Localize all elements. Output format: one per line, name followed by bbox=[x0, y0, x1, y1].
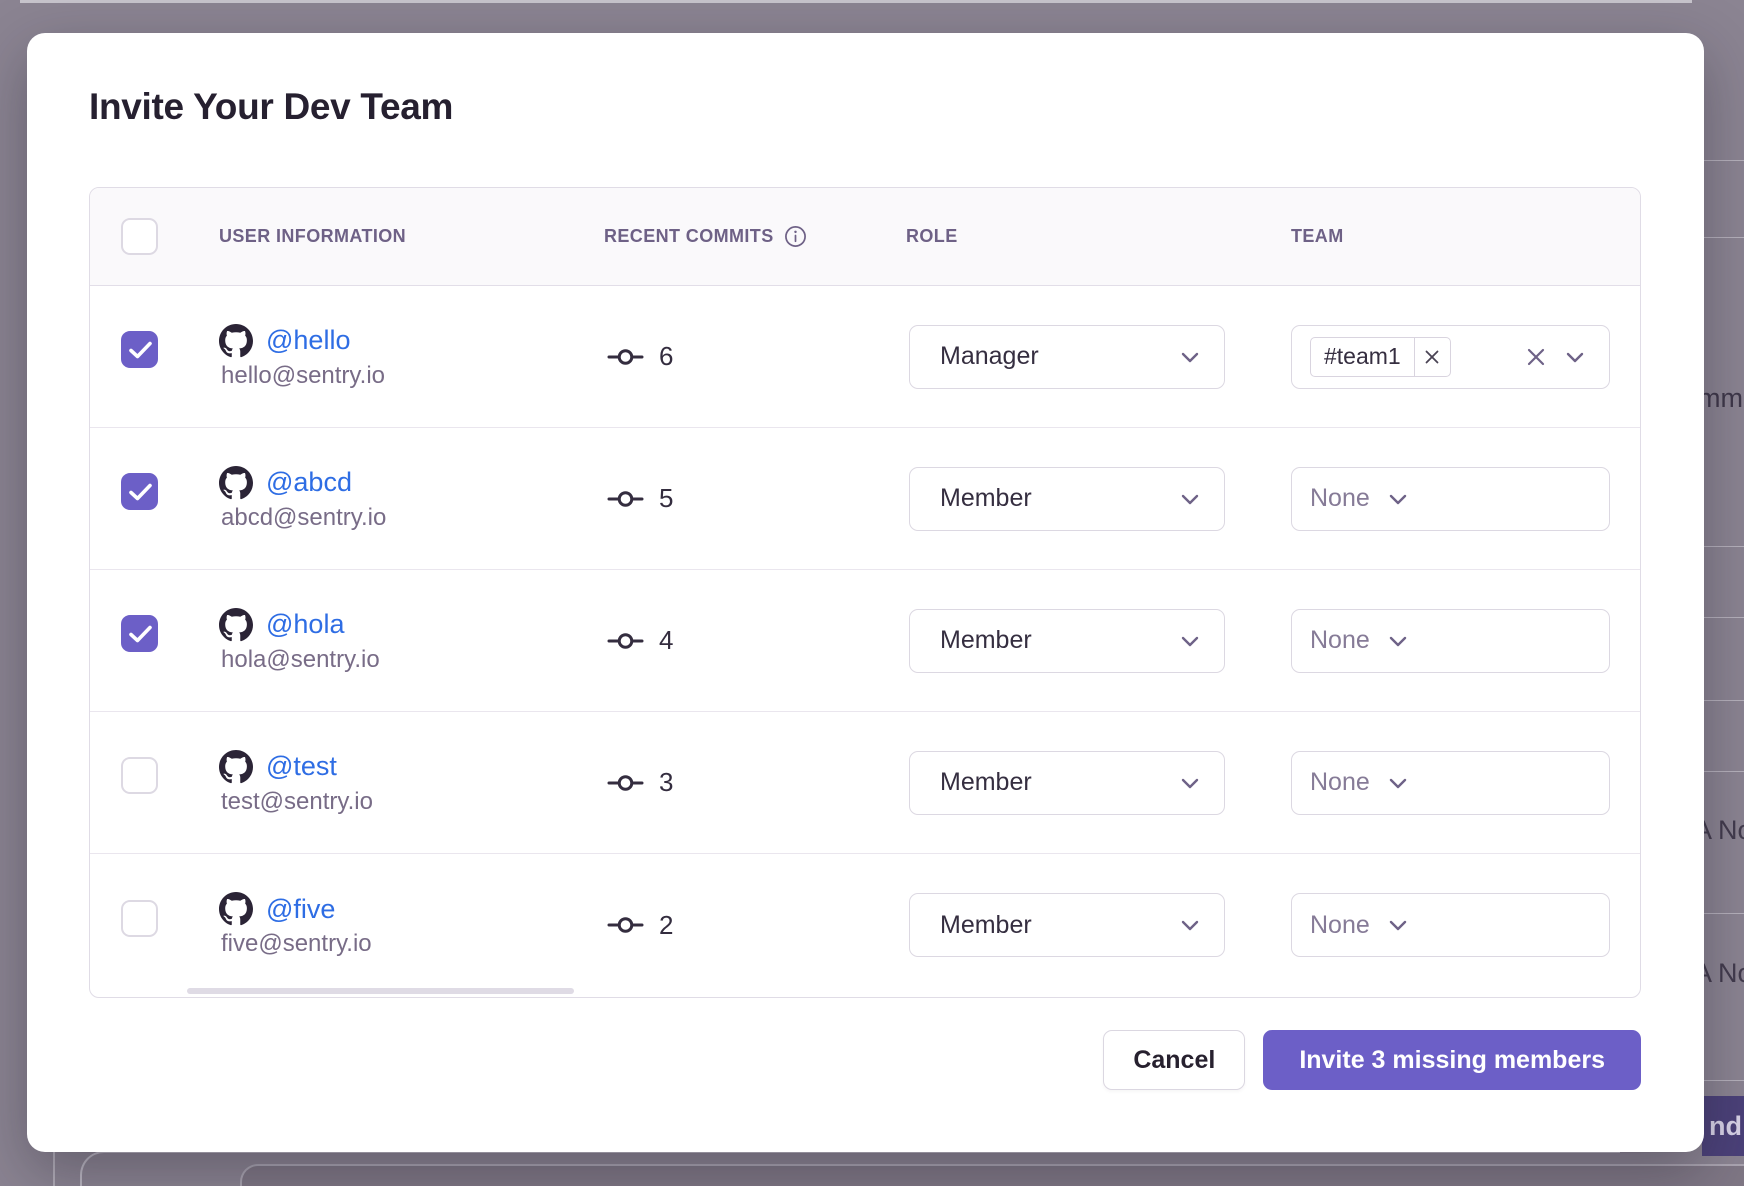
github-icon bbox=[219, 892, 253, 926]
github-icon bbox=[219, 608, 253, 642]
user-email: test@sentry.io bbox=[221, 788, 604, 816]
background-row-divider bbox=[1704, 913, 1744, 914]
chevron-down-icon bbox=[1178, 487, 1202, 511]
row-checkbox[interactable] bbox=[121, 900, 158, 937]
github-icon bbox=[219, 750, 253, 784]
role-select[interactable]: Member bbox=[909, 609, 1225, 673]
cancel-button[interactable]: Cancel bbox=[1103, 1030, 1245, 1090]
chevron-down-icon bbox=[1386, 771, 1410, 795]
table-body: @hello hello@sentry.io 6 Manager #team1 bbox=[90, 286, 1640, 996]
role-select[interactable]: Member bbox=[909, 751, 1225, 815]
team-chip: #team1 bbox=[1310, 337, 1451, 377]
github-handle-link[interactable]: @hola bbox=[266, 609, 344, 640]
user-email: five@sentry.io bbox=[221, 930, 604, 958]
git-commit-icon bbox=[607, 771, 644, 795]
git-commit-icon bbox=[607, 629, 644, 653]
invite-dev-team-modal: Invite Your Dev Team USER INFORMATION RE… bbox=[27, 33, 1704, 1152]
role-select[interactable]: Manager bbox=[909, 325, 1225, 389]
chevron-down-icon bbox=[1386, 629, 1410, 653]
background-row-divider bbox=[1704, 546, 1744, 547]
team-none-value: None bbox=[1310, 911, 1370, 940]
chevron-down-icon bbox=[1178, 345, 1202, 369]
select-all-checkbox[interactable] bbox=[121, 218, 158, 255]
column-header-recent-commits: RECENT COMMITS bbox=[604, 225, 906, 248]
background-page-edge bbox=[20, 0, 1692, 3]
git-commit-icon bbox=[607, 487, 644, 511]
team-select[interactable]: None bbox=[1291, 751, 1610, 815]
background-row-divider bbox=[1704, 1080, 1744, 1081]
commit-count: 6 bbox=[659, 341, 673, 372]
modal-title: Invite Your Dev Team bbox=[89, 86, 453, 128]
chevron-down-icon bbox=[1178, 771, 1202, 795]
user-email: abcd@sentry.io bbox=[221, 504, 604, 532]
row-checkbox[interactable] bbox=[121, 757, 158, 794]
table-row: @abcd abcd@sentry.io 5 Member None bbox=[90, 428, 1640, 570]
github-handle-link[interactable]: @hello bbox=[266, 325, 350, 356]
chevron-down-icon bbox=[1386, 487, 1410, 511]
table-header-row: USER INFORMATION RECENT COMMITS ROLE TEA… bbox=[90, 188, 1640, 286]
github-handle-link[interactable]: @test bbox=[266, 751, 337, 782]
background-row-divider bbox=[1704, 617, 1744, 618]
chevron-down-icon bbox=[1178, 629, 1202, 653]
github-icon bbox=[219, 466, 253, 500]
background-button-fragment: nd bbox=[1702, 1096, 1744, 1156]
table-row: @five five@sentry.io 2 Member None bbox=[90, 854, 1640, 996]
commit-count: 3 bbox=[659, 767, 673, 798]
clear-team-icon[interactable] bbox=[1525, 346, 1547, 368]
chevron-down-icon bbox=[1563, 345, 1587, 369]
background-row-divider bbox=[1704, 771, 1744, 772]
table-row: @hello hello@sentry.io 6 Manager #team1 bbox=[90, 286, 1640, 428]
github-icon bbox=[219, 324, 253, 358]
github-handle-link[interactable]: @abcd bbox=[266, 467, 352, 498]
role-select-value: Member bbox=[940, 768, 1032, 797]
role-select[interactable]: Member bbox=[909, 467, 1225, 531]
remove-team-icon[interactable] bbox=[1414, 338, 1450, 376]
table-row: @test test@sentry.io 3 Member None bbox=[90, 712, 1640, 854]
row-checkbox[interactable] bbox=[121, 473, 158, 510]
role-select-value: Manager bbox=[940, 342, 1039, 371]
background-row-divider bbox=[1704, 237, 1744, 238]
team-select[interactable]: None bbox=[1291, 609, 1610, 673]
commit-count: 5 bbox=[659, 483, 673, 514]
invite-missing-members-button[interactable]: Invite 3 missing members bbox=[1263, 1030, 1641, 1090]
background-card-outline bbox=[240, 1164, 1744, 1186]
background-text-fragment: mmit bbox=[1698, 383, 1744, 414]
info-icon[interactable] bbox=[784, 225, 807, 248]
team-none-value: None bbox=[1310, 484, 1370, 513]
column-header-role: ROLE bbox=[906, 226, 1291, 247]
background-row-divider bbox=[1704, 160, 1744, 161]
team-select[interactable]: #team1 bbox=[1291, 325, 1610, 389]
team-none-value: None bbox=[1310, 768, 1370, 797]
team-none-value: None bbox=[1310, 626, 1370, 655]
user-email: hola@sentry.io bbox=[221, 646, 604, 674]
github-handle-link[interactable]: @five bbox=[266, 894, 335, 925]
role-select[interactable]: Member bbox=[909, 893, 1225, 957]
column-header-team: TEAM bbox=[1291, 226, 1641, 247]
git-commit-icon bbox=[607, 345, 644, 369]
git-commit-icon bbox=[607, 913, 644, 937]
row-checkbox[interactable] bbox=[121, 615, 158, 652]
chevron-down-icon bbox=[1386, 913, 1410, 937]
column-header-user-information: USER INFORMATION bbox=[219, 226, 604, 247]
commit-count: 4 bbox=[659, 625, 673, 656]
commit-count: 2 bbox=[659, 910, 673, 941]
team-chip-label: #team1 bbox=[1311, 338, 1414, 376]
invite-members-table: USER INFORMATION RECENT COMMITS ROLE TEA… bbox=[89, 187, 1641, 998]
row-checkbox[interactable] bbox=[121, 331, 158, 368]
background-row-divider bbox=[1704, 700, 1744, 701]
role-select-value: Member bbox=[940, 484, 1032, 513]
team-select[interactable]: None bbox=[1291, 893, 1610, 957]
role-select-value: Member bbox=[940, 911, 1032, 940]
team-select[interactable]: None bbox=[1291, 467, 1610, 531]
table-row: @hola hola@sentry.io 4 Member None bbox=[90, 570, 1640, 712]
page: { "modal": { "title": "Invite Your Dev T… bbox=[0, 0, 1744, 1186]
role-select-value: Member bbox=[940, 626, 1032, 655]
modal-footer: Cancel Invite 3 missing members bbox=[1103, 1030, 1641, 1090]
chevron-down-icon bbox=[1178, 913, 1202, 937]
user-email: hello@sentry.io bbox=[221, 362, 604, 390]
horizontal-scrollbar-thumb[interactable] bbox=[187, 988, 574, 994]
